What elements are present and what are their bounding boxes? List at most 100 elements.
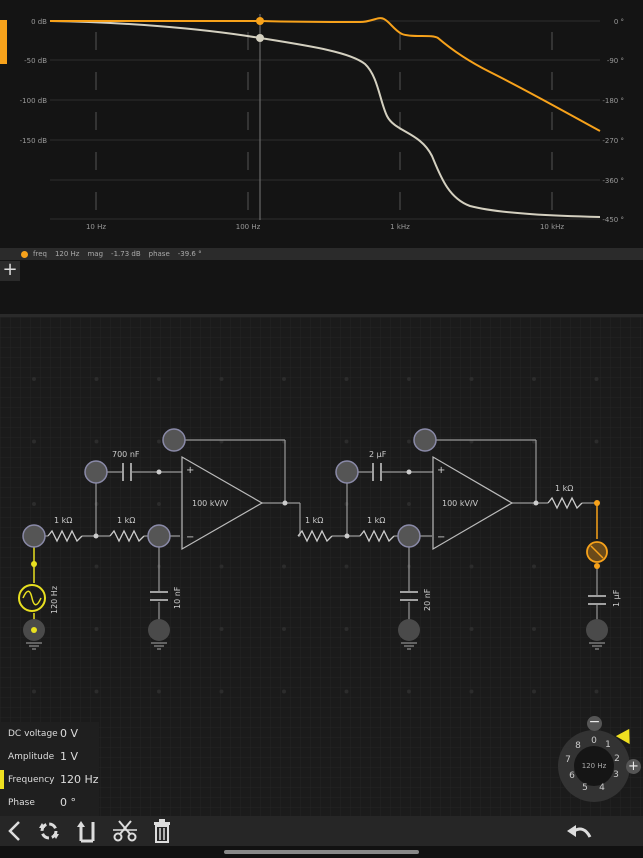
terminal-node[interactable] [84,460,108,484]
opamp2-plus: + [437,465,445,476]
bode-plot[interactable]: 0 dB -50 dB -100 dB -150 dB 0 ° -90 ° -180 ° -… [0,0,643,248]
grid-dot [532,564,536,569]
back-button[interactable] [4,819,24,843]
label-opamp1: 100 kV/V [192,499,229,508]
undo-button[interactable] [566,819,592,843]
terminal-node[interactable] [413,428,437,452]
grid-dot [407,502,411,506]
probe-junction-dot-2 [594,563,600,569]
dial-digit[interactable]: 5 [580,783,590,793]
dial-digit[interactable]: 1 [603,740,613,750]
magnitude-curve [49,20,601,218]
y-tick-label-left: -50 dB [24,57,47,65]
y-tick-label-right: -360 ° [602,177,624,185]
readout-mag-label: mag [87,250,104,258]
cut-button[interactable] [112,819,138,843]
grid-dot [344,439,349,444]
grid-dot [94,377,99,381]
y-tick-label-left: 0 dB [31,18,47,26]
x-tick-label: 100 Hz [236,223,261,231]
grid-dot [469,377,474,381]
undo-icon [567,825,592,838]
readout-freq-value: 120 Hz [54,250,80,258]
grid-dot [157,689,161,694]
grid-dot [594,439,599,444]
y-axis-labels-left: 0 dB -50 dB -100 dB -150 dB [20,18,48,145]
prop-phase[interactable]: Phase 0 ° [0,791,99,814]
dial-digit[interactable]: 4 [597,783,607,793]
dial-decrement-button[interactable]: − [587,715,602,731]
grid-dot [32,377,36,381]
dial-digit[interactable]: 8 [573,741,583,751]
prop-label: Frequency [8,774,55,785]
cursor-readout: freq 120 Hz mag -1.73 dB phase -39.6 ° [0,248,643,260]
grid-dot [32,689,36,694]
grid-dot [532,627,536,631]
rotate-icon [39,822,59,840]
grid-dot [94,439,99,444]
grid-dot [282,689,286,694]
flip-icon [77,821,95,843]
grid-dot [407,689,411,694]
grid-dot [219,377,224,381]
voltage-probe[interactable] [586,541,608,563]
dial-digit[interactable]: 3 [611,770,621,780]
dial-digit[interactable]: 7 [563,755,573,765]
readout-phase-value: -39.6 ° [177,250,202,258]
terminal-node[interactable] [147,524,171,548]
grid-dot [219,689,224,694]
bode-plot-svg: 0 dB -50 dB -100 dB -150 dB 0 ° -90 ° -180 ° -… [20,14,624,231]
magnitude-cursor-dot[interactable] [256,34,264,42]
terminal-node[interactable] [335,460,359,484]
grid-dot [157,502,161,506]
readout-dot-icon [21,250,28,258]
terminal-node[interactable] [397,524,421,548]
x-tick-label: 1 kHz [390,223,410,231]
phase-curve [50,17,601,132]
grid-dot [532,689,536,694]
bottom-toolbar [0,816,643,846]
y-tick-label-right: -450 ° [602,216,624,224]
grid-dot [532,377,536,381]
grid-dot [157,377,161,381]
x-tick-label: 10 Hz [86,223,106,231]
opamp1-minus: − [186,532,194,543]
grid-dot [219,564,224,569]
y-tick-label-right: -270 ° [602,137,624,145]
readout-freq-label: freq [33,250,47,258]
prop-dc-voltage[interactable]: DC voltage 0 V [0,722,99,745]
dial-digit[interactable]: 0 [589,736,599,746]
grid-dot [32,502,36,506]
dial-digit[interactable]: 2 [612,754,622,764]
scissors-icon [113,820,137,842]
grid-dot [94,689,99,694]
value-dial[interactable]: 120 Hz 0 1 2 3 4 5 6 7 8 [558,730,630,802]
flip-button[interactable] [76,819,98,843]
dial-increment-button[interactable]: + [626,759,641,774]
terminal-node[interactable] [162,428,186,452]
y-tick-label-left: -100 dB [20,97,48,105]
trash-icon [154,819,170,843]
rotate-button[interactable] [36,819,62,843]
y-tick-label-left: -150 dB [20,137,48,145]
prop-amplitude[interactable]: Amplitude 1 V [0,745,99,768]
label-c3: 2 µF [369,450,387,459]
label-opamp2: 100 kV/V [442,499,479,508]
terminal-node[interactable] [22,524,46,548]
prop-value: 0 ° [60,796,76,809]
dial-digit[interactable]: 6 [567,771,577,781]
label-r4: 1 kΩ [367,516,385,525]
delete-button[interactable] [151,819,173,843]
prop-frequency[interactable]: Frequency 120 Hz [0,768,99,791]
y-tick-label-right: 0 ° [614,18,624,26]
phase-cursor-dot[interactable] [256,17,264,25]
add-probe-button[interactable]: + [0,261,20,281]
opamp1-plus: + [186,465,194,476]
prop-label: Phase [8,797,35,808]
y-tick-label-right: -90 ° [607,57,624,65]
chevron-left-icon [8,821,20,841]
grid-dot [282,377,286,381]
opamp2-minus: − [437,532,445,543]
prop-value: 120 Hz [60,773,99,786]
probe-junction-dot [594,500,600,506]
